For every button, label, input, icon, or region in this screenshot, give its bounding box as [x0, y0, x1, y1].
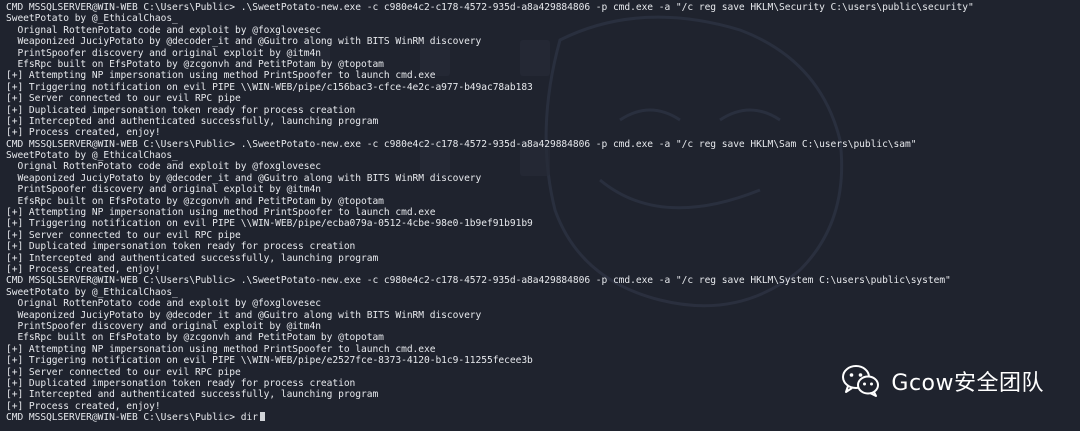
terminal-line: CMD MSSQLSERVER@WIN-WEB C:\Users\Public>… [6, 2, 974, 13]
terminal-line: [+] Attempting NP impersonation using me… [6, 207, 436, 219]
terminal-line: Weaponized JuciyPotato by @decoder_it an… [6, 36, 482, 48]
terminal-line: PrintSpoofer discovery and original expl… [6, 47, 321, 59]
terminal-line: PrintSpoofer discovery and original expl… [6, 184, 321, 196]
terminal-line: Weaponized JuciyPotato by @decoder_it an… [6, 172, 482, 184]
terminal-line: SweetPotato by @_EthicalChaos_ [6, 150, 178, 162]
terminal-line: [+] Process created, enjoy! [6, 263, 161, 275]
terminal-line: [+] Triggering notification on evil PIPE… [6, 218, 533, 230]
terminal-line: Weaponized JuciyPotato by @decoder_it an… [6, 309, 482, 321]
watermark-text: Gcow安全团队 [891, 371, 1044, 396]
terminal-line: [+] Server connected to our evil RPC pip… [6, 229, 241, 241]
terminal-line: CMD MSSQLSERVER@WIN-WEB C:\Users\Public>… [6, 138, 917, 150]
watermark: Gcow安全团队 [841, 364, 1044, 398]
terminal-output: CMD MSSQLSERVER@WIN-WEB C:\Users\Public>… [6, 2, 1080, 423]
terminal-line: Orignal RottenPotato code and exploit by… [6, 24, 321, 36]
terminal-line: SweetPotato by @_EthicalChaos_ [6, 13, 178, 25]
terminal-line: [+] Intercepted and authenticated succes… [6, 252, 379, 264]
terminal-line: [+] Intercepted and authenticated succes… [6, 115, 379, 127]
terminal-line: EfsRpc built on EfsPotato by @zcgonvh an… [6, 195, 384, 207]
terminal-line: CMD MSSQLSERVER@WIN-WEB C:\Users\Public>… [6, 275, 951, 287]
terminal-line: [+] Process created, enjoy! [6, 400, 161, 412]
terminal-line: SweetPotato by @_EthicalChaos_ [6, 286, 178, 298]
terminal-line: [+] Duplicated impersonation token ready… [6, 241, 356, 253]
terminal-line: EfsRpc built on EfsPotato by @zcgonvh an… [6, 332, 384, 344]
terminal-line: [+] Server connected to our evil RPC pip… [6, 93, 241, 105]
terminal-line: [+] Attempting NP impersonation using me… [6, 343, 436, 355]
terminal-line: Orignal RottenPotato code and exploit by… [6, 161, 321, 173]
terminal-line: Orignal RottenPotato code and exploit by… [6, 298, 321, 310]
terminal-line: [+] Triggering notification on evil PIPE… [6, 81, 533, 93]
terminal-line: [+] Duplicated impersonation token ready… [6, 104, 356, 116]
terminal-line: [+] Process created, enjoy! [6, 127, 161, 139]
wechat-icon [842, 365, 880, 397]
terminal-line: PrintSpoofer discovery and original expl… [6, 320, 321, 332]
terminal-line: CMD MSSQLSERVER@WIN-WEB C:\Users\Public>… [6, 412, 1080, 423]
terminal-line: [+] Attempting NP impersonation using me… [6, 70, 436, 82]
terminal-line: EfsRpc built on EfsPotato by @zcgonvh an… [6, 58, 384, 70]
